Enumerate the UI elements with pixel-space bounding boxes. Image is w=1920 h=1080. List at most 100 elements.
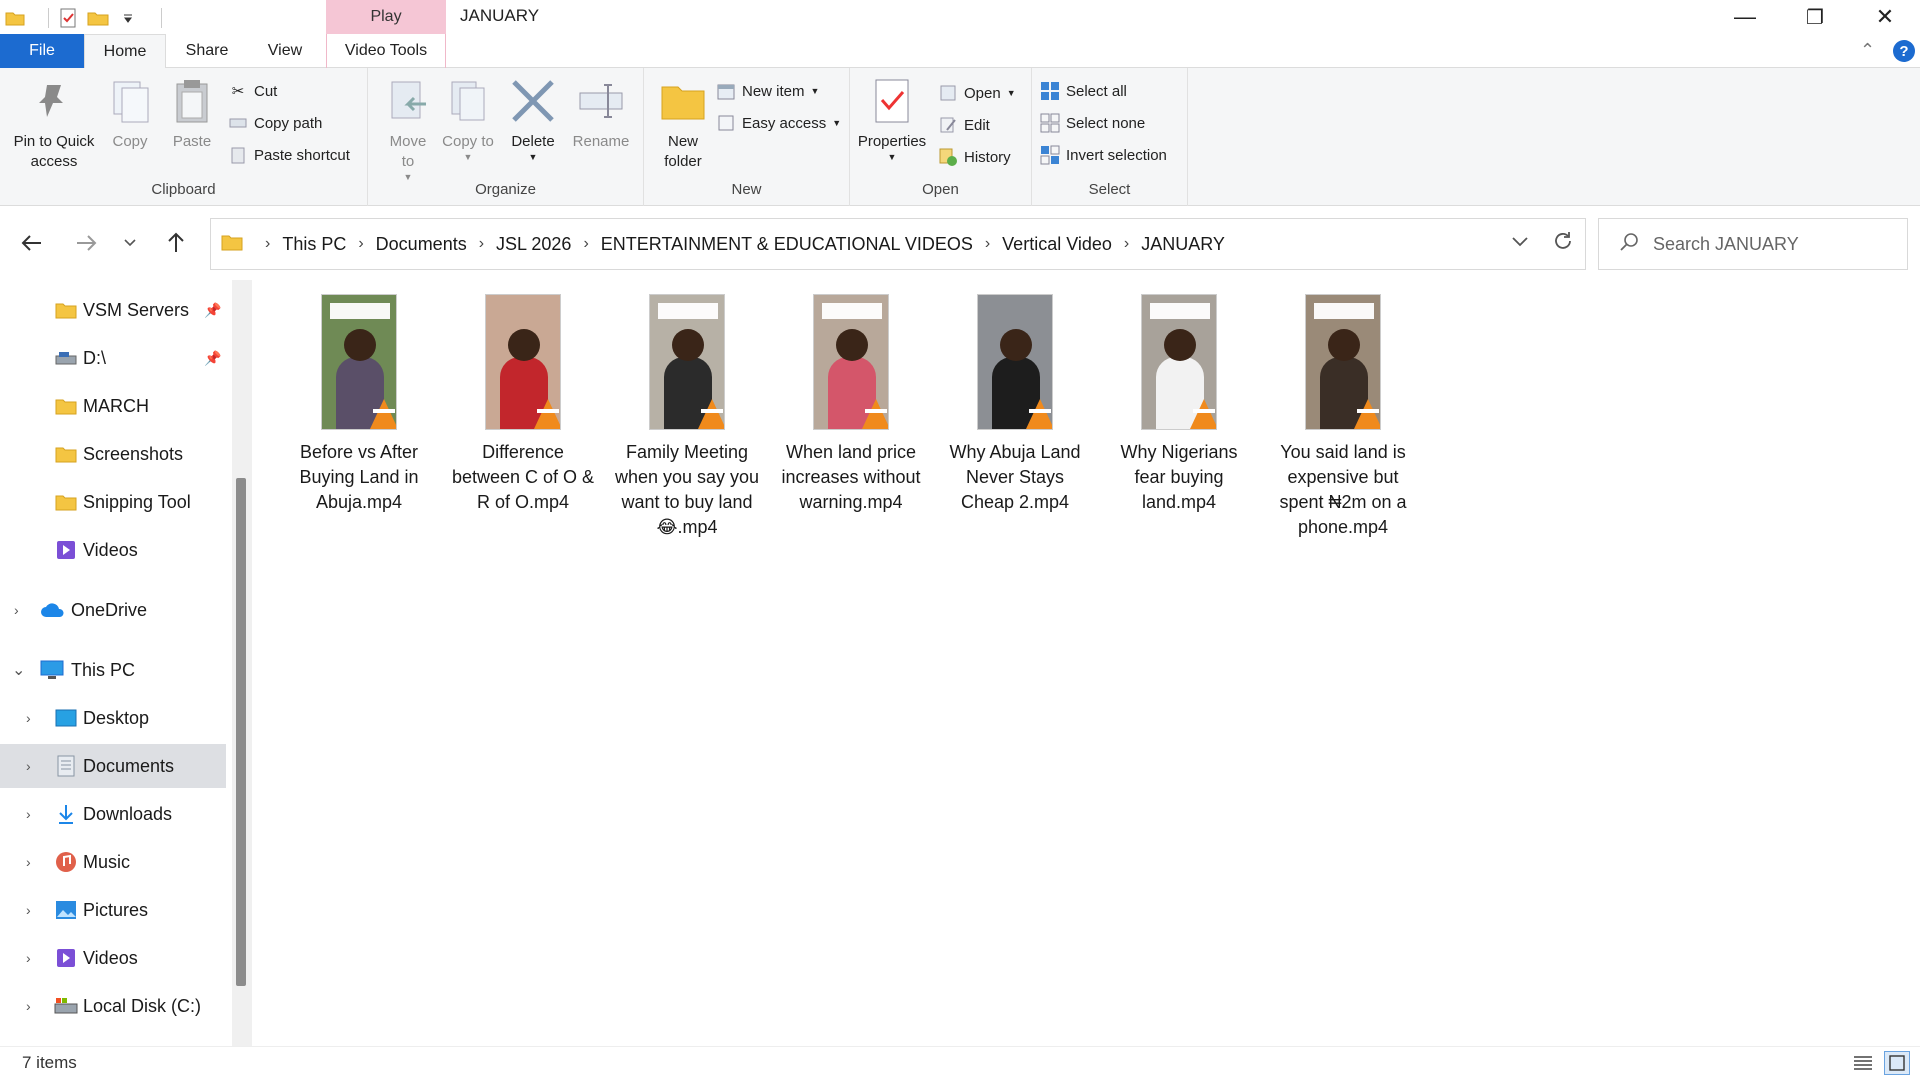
breadcrumb-jsl-2026[interactable]: JSL 2026	[496, 234, 571, 255]
video-thumbnail	[485, 294, 561, 430]
copy-button[interactable]: Copy	[104, 76, 156, 152]
delete-button[interactable]: Delete ▼	[504, 76, 562, 162]
vlc-icon	[1026, 399, 1052, 429]
chevron-right-icon[interactable]: ›	[26, 854, 31, 870]
select-all-button[interactable]: Select all	[1040, 78, 1127, 104]
nav-item-local-disk[interactable]: › Local Disk (C:)	[0, 984, 226, 1028]
nav-item-music[interactable]: › Music	[0, 840, 226, 884]
file-item[interactable]: When land price increases without warnin…	[776, 294, 926, 515]
pin-icon[interactable]: 📌	[204, 302, 221, 319]
paste-button[interactable]: Paste	[166, 76, 218, 152]
paste-shortcut-button[interactable]: Paste shortcut	[228, 142, 350, 168]
easy-access-label: Easy access	[742, 114, 827, 132]
select-none-label: Select none	[1066, 114, 1146, 132]
properties-button[interactable]: Properties ▼	[856, 76, 928, 162]
folder-icon	[4, 8, 26, 28]
file-item[interactable]: Why Abuja Land Never Stays Cheap 2.mp4	[940, 294, 1090, 515]
breadcrumb-vertical-video[interactable]: Vertical Video	[1002, 234, 1112, 255]
maximize-button[interactable]: ❐	[1780, 0, 1850, 34]
move-icon	[384, 76, 432, 126]
chevron-right-icon[interactable]: ›	[26, 806, 31, 822]
tab-video-tools[interactable]: Video Tools	[326, 34, 446, 68]
chevron-down-icon[interactable]: ⌄	[12, 660, 25, 680]
nav-scrollbar-thumb[interactable]	[236, 478, 246, 986]
tab-file[interactable]: File	[0, 34, 84, 68]
copy-path-button[interactable]: Copy path	[228, 110, 322, 136]
nav-item-desktop[interactable]: › Desktop	[0, 696, 226, 740]
tab-home[interactable]: Home	[84, 34, 166, 69]
properties-icon[interactable]	[57, 8, 79, 28]
easy-access-button[interactable]: Easy access ▼	[716, 110, 841, 136]
chevron-right-icon[interactable]: ›	[26, 950, 31, 966]
context-tab-play[interactable]: Play	[326, 0, 446, 34]
open-button[interactable]: Open ▼	[938, 80, 1016, 106]
new-item-button[interactable]: New item ▼	[716, 78, 819, 104]
minimize-button[interactable]: —	[1710, 0, 1780, 34]
nav-item-videos-quick[interactable]: Videos	[0, 528, 226, 572]
file-item[interactable]: Before vs After Buying Land in Abuja.mp4	[284, 294, 434, 515]
nav-item-vsm-servers[interactable]: VSM Servers 📌	[0, 288, 226, 332]
large-icons-view-icon[interactable]	[1884, 1051, 1910, 1075]
select-all-icon	[1040, 81, 1060, 101]
breadcrumb-this-pc[interactable]: This PC	[282, 234, 346, 255]
recent-locations-chevron-icon[interactable]	[112, 228, 148, 258]
pin-icon[interactable]: 📌	[204, 350, 221, 367]
move-to-button[interactable]: Move to ▼	[382, 76, 434, 182]
close-button[interactable]: ✕	[1850, 0, 1920, 34]
nav-item-this-pc[interactable]: ⌄ This PC	[0, 648, 226, 692]
history-button[interactable]: History	[938, 144, 1011, 170]
collapse-ribbon-icon[interactable]: ⌃	[1860, 40, 1875, 61]
cut-button[interactable]: ✂ Cut	[228, 78, 278, 104]
pin-to-quick-access-button[interactable]: Pin to Quick access	[8, 76, 100, 172]
chevron-right-icon[interactable]: ›	[26, 902, 31, 918]
file-item[interactable]: Why Nigerians fear buying land.mp4	[1104, 294, 1254, 515]
breadcrumb-january[interactable]: JANUARY	[1141, 234, 1225, 255]
search-icon	[1619, 232, 1639, 257]
nav-item-downloads[interactable]: › Downloads	[0, 792, 226, 836]
nav-item-screenshots[interactable]: Screenshots	[0, 432, 226, 476]
file-name: Difference between C of O & R of O.mp4	[451, 442, 595, 512]
file-item[interactable]: You said land is expensive but spent ₦2m…	[1268, 294, 1418, 540]
back-arrow-icon[interactable]	[14, 228, 50, 258]
chevron-right-icon[interactable]: ›	[26, 998, 31, 1014]
nav-label: Videos	[83, 539, 138, 560]
invert-selection-button[interactable]: Invert selection	[1040, 142, 1167, 168]
dropdown-arrow-icon: ▼	[887, 152, 897, 162]
rename-button[interactable]: Rename	[568, 76, 634, 152]
nav-item-pictures[interactable]: › Pictures	[0, 888, 226, 932]
copy-to-button[interactable]: Copy to ▼	[442, 76, 494, 162]
file-item[interactable]: Family Meeting when you say you want to …	[612, 294, 762, 540]
edit-button[interactable]: Edit	[938, 112, 990, 138]
copy-path-label: Copy path	[254, 114, 323, 132]
new-folder-label: New folder	[664, 133, 702, 170]
new-folder-icon[interactable]	[87, 8, 109, 28]
customize-toolbar-icon[interactable]	[117, 8, 139, 28]
refresh-icon[interactable]	[1551, 229, 1575, 260]
forward-arrow-icon[interactable]	[68, 228, 104, 258]
breadcrumb-documents[interactable]: Documents	[376, 234, 467, 255]
up-arrow-icon[interactable]	[158, 228, 194, 258]
nav-item-march[interactable]: MARCH	[0, 384, 226, 428]
nav-item-videos[interactable]: › Videos	[0, 936, 226, 980]
breadcrumb-entertainment[interactable]: ENTERTAINMENT & EDUCATIONAL VIDEOS	[601, 234, 973, 255]
properties-label: Properties	[857, 133, 927, 150]
details-view-icon[interactable]	[1850, 1051, 1876, 1075]
nav-item-onedrive[interactable]: › OneDrive	[0, 588, 226, 632]
tab-share[interactable]: Share	[166, 34, 248, 68]
help-icon[interactable]: ?	[1893, 40, 1915, 62]
nav-item-documents[interactable]: › Documents	[0, 744, 226, 788]
chevron-right-icon[interactable]: ›	[26, 758, 31, 774]
new-folder-button[interactable]: New folder	[652, 76, 714, 172]
search-input[interactable]: Search JANUARY	[1598, 218, 1908, 270]
edit-label: Edit	[964, 116, 990, 134]
address-dropdown-icon[interactable]	[1511, 231, 1529, 254]
nav-item-d-drive[interactable]: D:\ 📌	[0, 336, 226, 380]
ribbon: Pin to Quick access Copy Paste ✂ Cut Cop…	[0, 68, 1920, 206]
nav-item-snipping-tool[interactable]: Snipping Tool	[0, 480, 226, 524]
select-none-button[interactable]: Select none	[1040, 110, 1145, 136]
tab-view[interactable]: View	[248, 34, 322, 68]
file-item[interactable]: Difference between C of O & R of O.mp4	[448, 294, 598, 515]
chevron-right-icon[interactable]: ›	[14, 602, 19, 618]
chevron-right-icon[interactable]: ›	[26, 710, 31, 726]
address-bar[interactable]: › This PC › Documents › JSL 2026 › ENTER…	[210, 218, 1586, 270]
